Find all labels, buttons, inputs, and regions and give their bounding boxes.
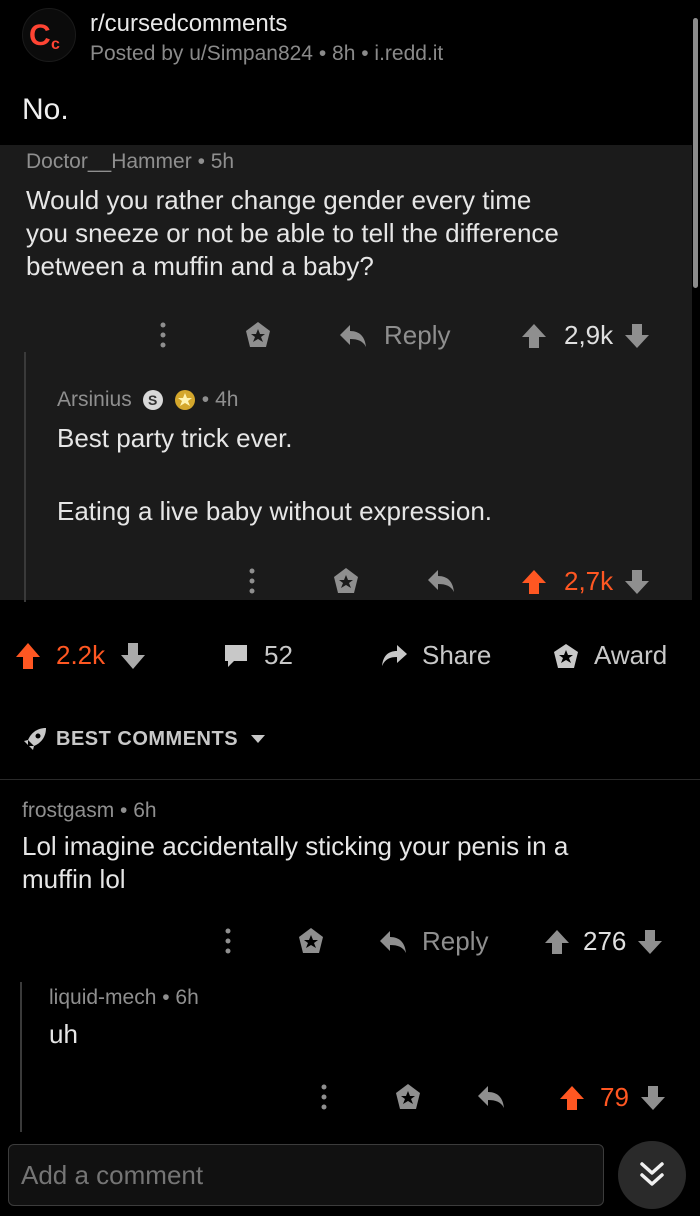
upvote-icon[interactable] <box>543 928 571 956</box>
award-icon <box>554 643 578 668</box>
divider <box>0 779 700 780</box>
post-title: No. <box>22 93 69 126</box>
embedded-vote-2: 2,7k <box>520 566 651 597</box>
subreddit-name[interactable]: r/cursedcomments <box>90 10 287 38</box>
downvote-icon[interactable] <box>639 1084 667 1112</box>
embedded-more-icon-2 <box>244 566 260 596</box>
embedded-reply-icon-2 <box>426 568 456 594</box>
share-icon <box>382 644 407 666</box>
embedded-vote: 2,9k <box>520 320 651 351</box>
upvote-icon <box>522 569 546 594</box>
more-options-icon[interactable] <box>220 926 236 956</box>
embedded-comment-2-author: Arsinius <box>57 388 132 411</box>
downvote-icon[interactable] <box>119 641 147 671</box>
comment-score: 276 <box>583 926 627 956</box>
embedded-award-icon <box>243 320 273 350</box>
post-age: 8h <box>332 42 356 65</box>
upvote-icon[interactable] <box>14 641 42 671</box>
comment-meta: frostgasm • 6h <box>22 799 157 822</box>
comment-vote: 276 <box>543 926 664 957</box>
embedded-reply: Reply <box>338 320 450 351</box>
post-domain[interactable]: i.redd.it <box>374 42 443 65</box>
more-options-icon[interactable] <box>316 1082 332 1112</box>
gold-award-icon <box>174 390 195 410</box>
embedded-more-icon <box>155 320 171 350</box>
scrollbar-thumb[interactable] <box>693 18 698 288</box>
svg-text:C: C <box>29 19 51 52</box>
svg-text:c: c <box>51 36 60 53</box>
embedded-comment-1-author: Doctor__Hammer <box>26 150 192 173</box>
upvote-icon[interactable] <box>558 1084 586 1112</box>
add-comment-input[interactable] <box>8 1144 604 1206</box>
comment-count: 52 <box>264 640 293 670</box>
comment-author[interactable]: frostgasm <box>22 799 114 822</box>
reply-icon <box>340 324 366 347</box>
share-button[interactable]: Share <box>380 640 491 671</box>
embedded-comment-2-body: Best party trick ever. Eating a live bab… <box>57 423 493 526</box>
rocket-icon <box>24 728 46 750</box>
comment-age: 6h <box>133 799 157 822</box>
award-icon[interactable] <box>393 1082 423 1112</box>
thread-line[interactable] <box>20 982 22 1132</box>
comment-body: uh <box>49 1019 78 1049</box>
award-button[interactable]: Award <box>552 640 667 671</box>
comment-icon <box>225 644 247 667</box>
comments-button[interactable]: 52 <box>222 640 293 671</box>
embedded-comment-2-meta: Arsinius S • 4h <box>57 388 239 411</box>
scrollbar[interactable] <box>692 0 700 1216</box>
post-score: 2.2k <box>56 640 106 670</box>
sort-button[interactable]: BEST COMMENTS <box>22 726 266 752</box>
chevron-down-icon <box>251 735 266 743</box>
reply-icon[interactable] <box>476 1084 506 1110</box>
post-author[interactable]: Posted by u/Simpan824 <box>90 42 313 65</box>
reply-icon <box>380 930 406 953</box>
embedded-comment-1-meta: Doctor__Hammer • 5h <box>26 150 235 173</box>
jump-down-button[interactable] <box>618 1141 686 1209</box>
downvote-icon <box>625 569 650 594</box>
post-meta: Posted by u/Simpan824 • 8h • i.redd.it <box>90 42 444 65</box>
embedded-award-icon-2 <box>331 566 361 596</box>
downvote-icon <box>625 323 650 348</box>
comment-vote: 79 <box>558 1082 667 1113</box>
svg-text:S: S <box>148 392 157 408</box>
post-vote: 2.2k <box>14 640 147 671</box>
downvote-icon[interactable] <box>636 928 664 956</box>
comment-score: 79 <box>600 1082 629 1112</box>
reply-button[interactable]: Reply <box>378 926 488 957</box>
upvote-icon <box>522 323 546 348</box>
thread-line <box>24 352 26 602</box>
double-chevron-down-icon <box>640 1162 664 1186</box>
comment-age: 6h <box>175 986 199 1009</box>
comment-author[interactable]: liquid-mech <box>49 986 156 1009</box>
embedded-comment-2-age: 4h <box>215 388 239 411</box>
award-icon[interactable] <box>296 926 326 956</box>
embedded-comment-1-age: 5h <box>210 150 235 173</box>
comment-meta: liquid-mech • 6h <box>49 986 199 1009</box>
comment-body: Lol imagine accidentally sticking your p… <box>22 831 569 894</box>
subreddit-icon[interactable]: C c <box>22 8 76 62</box>
silver-award-icon: S <box>142 390 163 410</box>
embedded-comment-1-body: Would you rather change gender every tim… <box>26 185 559 281</box>
